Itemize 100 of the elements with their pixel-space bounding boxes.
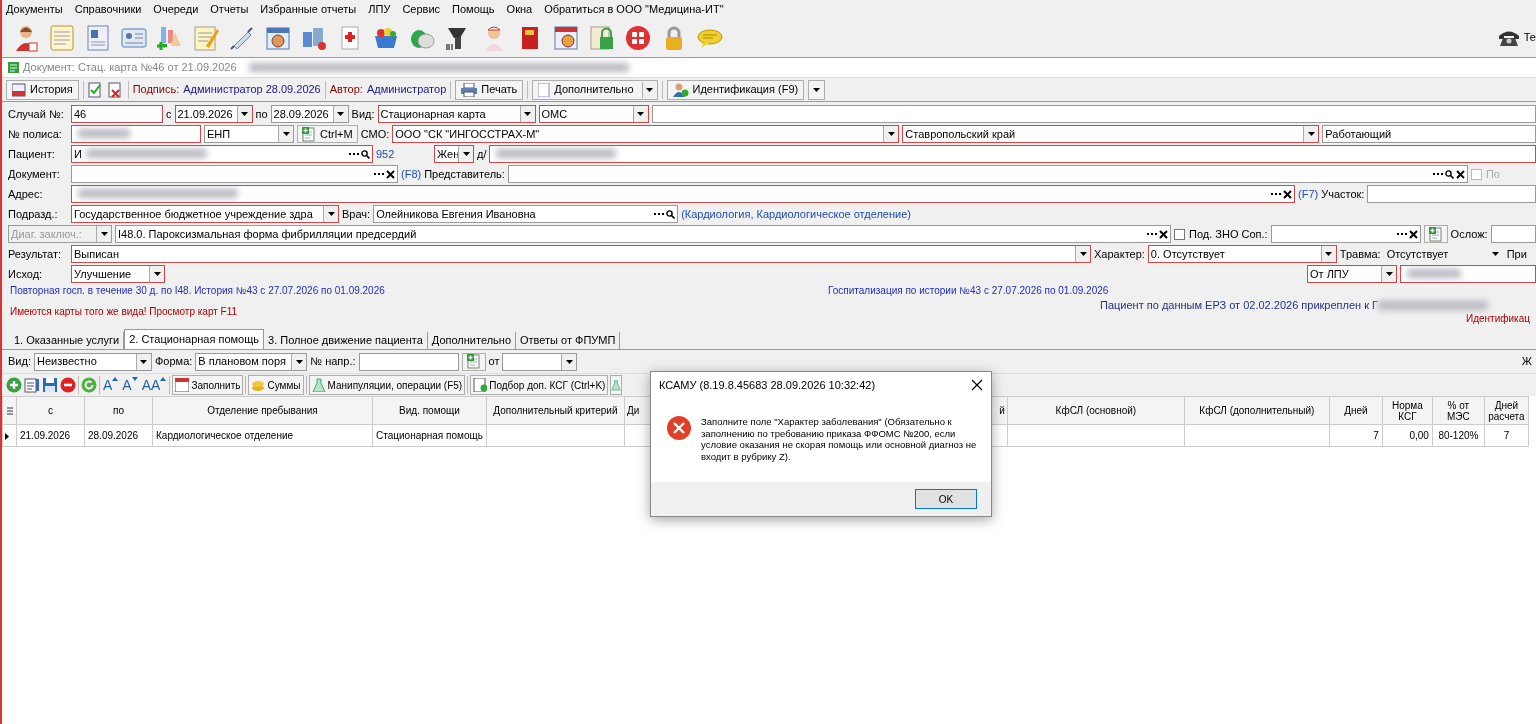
toolbar-button[interactable]: Заполнить [172, 375, 244, 395]
toolbar-button[interactable]: Манипуляции, операции (F5) [308, 375, 466, 395]
input-field[interactable]: Работающий [1322, 125, 1536, 143]
search-icon[interactable] [1444, 169, 1454, 179]
column-menu-icon[interactable] [6, 406, 13, 416]
dropdown[interactable]: ООО "СК "ИНГОССТРАХ-М" [392, 125, 900, 143]
add-button[interactable]: Ctrl+M [297, 125, 358, 143]
column-header[interactable]: Отделение пребывания [152, 396, 373, 425]
menu-item[interactable]: Избранные отчеты [260, 0, 357, 18]
column-header[interactable]: Вид. помощи [372, 396, 487, 425]
menu-item[interactable]: Отчеты [210, 0, 249, 18]
dropdown[interactable]: 0. Отсутствует [1147, 245, 1337, 263]
column-header[interactable]: Дней расчета [1484, 396, 1529, 425]
dots-icon[interactable] [1432, 172, 1443, 176]
dots-icon[interactable] [1147, 232, 1157, 236]
dropdown[interactable]: ЕНП [204, 125, 294, 143]
input-field[interactable] [1490, 225, 1536, 243]
dropdown[interactable]: 28.09.2026 [270, 105, 349, 123]
menu-item[interactable]: Очереди [153, 0, 199, 18]
toolbar-button[interactable]: Суммы [248, 375, 304, 395]
phone-label[interactable]: Те [1523, 29, 1536, 46]
card-icon[interactable] [84, 23, 112, 52]
column-header[interactable]: по [84, 396, 153, 425]
menu-item[interactable]: Помощь [452, 0, 495, 18]
add-icon[interactable] [6, 377, 22, 393]
dropdown[interactable]: В плановом поря [195, 352, 308, 371]
save-icon[interactable] [42, 377, 58, 393]
dots-icon[interactable] [349, 152, 359, 156]
clear-icon[interactable] [1408, 229, 1418, 239]
link[interactable]: 952 [376, 145, 431, 163]
dropdown[interactable]: Ставропольский край [902, 125, 1320, 143]
tab[interactable]: 2. Стационарная помощь [124, 329, 264, 349]
lookup-field[interactable]: И [71, 145, 373, 163]
column-header[interactable]: с [16, 396, 85, 425]
dots-icon[interactable] [654, 212, 665, 216]
dropdown[interactable] [502, 352, 578, 371]
search-icon[interactable] [361, 149, 370, 159]
more-button[interactable]: Дополнительно [532, 79, 658, 100]
tab[interactable]: 3. Полное движение пациента [264, 332, 428, 349]
dots-icon[interactable] [374, 172, 384, 176]
delete-icon[interactable] [60, 377, 76, 393]
font-size-button[interactable]: A [102, 377, 120, 393]
input-field[interactable] [1400, 265, 1536, 283]
apps-icon[interactable] [624, 23, 652, 52]
input-field[interactable] [1367, 185, 1536, 203]
lookup-field[interactable] [1270, 225, 1421, 243]
lookup-field[interactable]: I48.0. Пароксизмальная форма фибрилляции предсердий [115, 225, 1171, 243]
font-size-button[interactable]: AA [140, 377, 168, 393]
search-icon[interactable] [666, 209, 676, 219]
dropdown[interactable]: Улучшение [71, 265, 165, 283]
column-header[interactable]: Дней [1329, 396, 1383, 425]
refresh-icon[interactable] [81, 377, 97, 393]
tab[interactable]: Дополнительно [427, 332, 516, 349]
sign-icon[interactable] [87, 81, 104, 98]
toolbar-button[interactable]: Подбор доп. КСГ (Ctrl+K) [470, 375, 609, 395]
dropdown[interactable]: Выписан [71, 245, 1091, 263]
dots-icon[interactable] [1271, 192, 1281, 196]
font-size-button[interactable]: A [121, 377, 139, 393]
menu-item[interactable]: Окна [506, 0, 533, 18]
link[interactable]: (F8) [401, 165, 422, 183]
dropdown[interactable]: Неизвестно [33, 352, 152, 371]
column-header[interactable]: Дополнительный критерий [486, 396, 625, 425]
dropdown[interactable]: Жен [434, 145, 474, 163]
add-button[interactable] [461, 352, 486, 371]
link[interactable]: (F7) [1298, 185, 1319, 203]
menu-item[interactable]: Сервис [402, 0, 441, 18]
dropdown[interactable]: От ЛПУ [1307, 265, 1397, 283]
clear-icon[interactable] [1283, 189, 1292, 199]
lookup-field[interactable]: Олейникова Евгения Ивановна [373, 205, 679, 223]
identify-button[interactable]: Идентификация (F9) [666, 79, 805, 100]
dropdown[interactable]: 21.09.2026 [174, 105, 253, 123]
input-field[interactable]: 46 [71, 105, 163, 123]
column-header[interactable]: КфСЛ (основной) [1007, 396, 1185, 425]
print-button[interactable]: Печать [455, 79, 524, 100]
input-field[interactable] [651, 105, 1536, 123]
menu-item[interactable]: Документы [6, 0, 63, 18]
clear-icon[interactable] [1455, 169, 1465, 179]
checkbox[interactable] [1174, 228, 1185, 240]
column-header[interactable]: % от МЭС [1432, 396, 1485, 425]
tab[interactable]: Ответы от ФПУМП [516, 332, 621, 349]
lookup-field[interactable] [507, 165, 1468, 183]
column-header[interactable]: Норма КСГ [1382, 396, 1433, 425]
input-field[interactable] [358, 352, 459, 371]
menu-item[interactable]: Справочники [74, 0, 142, 18]
ok-button[interactable]: OK [915, 489, 977, 509]
clear-icon[interactable] [1159, 229, 1168, 239]
menu-item[interactable]: Обратиться в ООО "Медицина-ИТ" [544, 0, 724, 18]
lookup-field[interactable] [71, 165, 398, 183]
column-header[interactable]: КфСЛ (дополнительный) [1184, 396, 1330, 425]
add-button[interactable] [1423, 225, 1448, 243]
link[interactable]: (Кардиология, Кардиологическое отделение) [681, 205, 911, 223]
menu-item[interactable]: ЛПУ [368, 0, 391, 18]
dots-icon[interactable] [1396, 232, 1407, 236]
clear-icon[interactable] [386, 169, 395, 179]
edit-icon[interactable] [24, 377, 40, 393]
input-field[interactable] [489, 145, 1536, 163]
dropdown-button[interactable] [808, 79, 826, 100]
unsign-icon[interactable] [107, 81, 124, 98]
history-button[interactable]: История [6, 79, 79, 100]
input-field[interactable] [71, 125, 201, 143]
